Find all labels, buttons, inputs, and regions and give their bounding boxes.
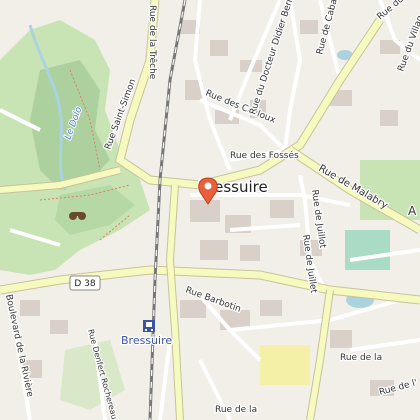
map-canvas[interactable]: Rue de la Trêche Rue Saint-Simon Rue des… xyxy=(0,0,420,420)
partial-area-label: A xyxy=(408,204,417,218)
street-label-de-la-south: Rue de la xyxy=(215,405,257,415)
map-view[interactable]: Rue de la Trêche Rue Saint-Simon Rue des… xyxy=(0,0,420,420)
industrial-area xyxy=(260,345,310,385)
street-label-de-la-east: Rue de la xyxy=(340,353,382,363)
train-station-icon[interactable] xyxy=(143,320,155,332)
svg-text:D 38: D 38 xyxy=(74,279,96,289)
street-label-trieche: Rue de la Trêche xyxy=(147,5,158,80)
sports-area xyxy=(345,230,390,270)
station-label[interactable]: Bressuire xyxy=(120,333,174,349)
street-label-fosses: Rue des Fossés xyxy=(230,150,299,161)
route-shield-d38: D 38 xyxy=(69,275,101,291)
